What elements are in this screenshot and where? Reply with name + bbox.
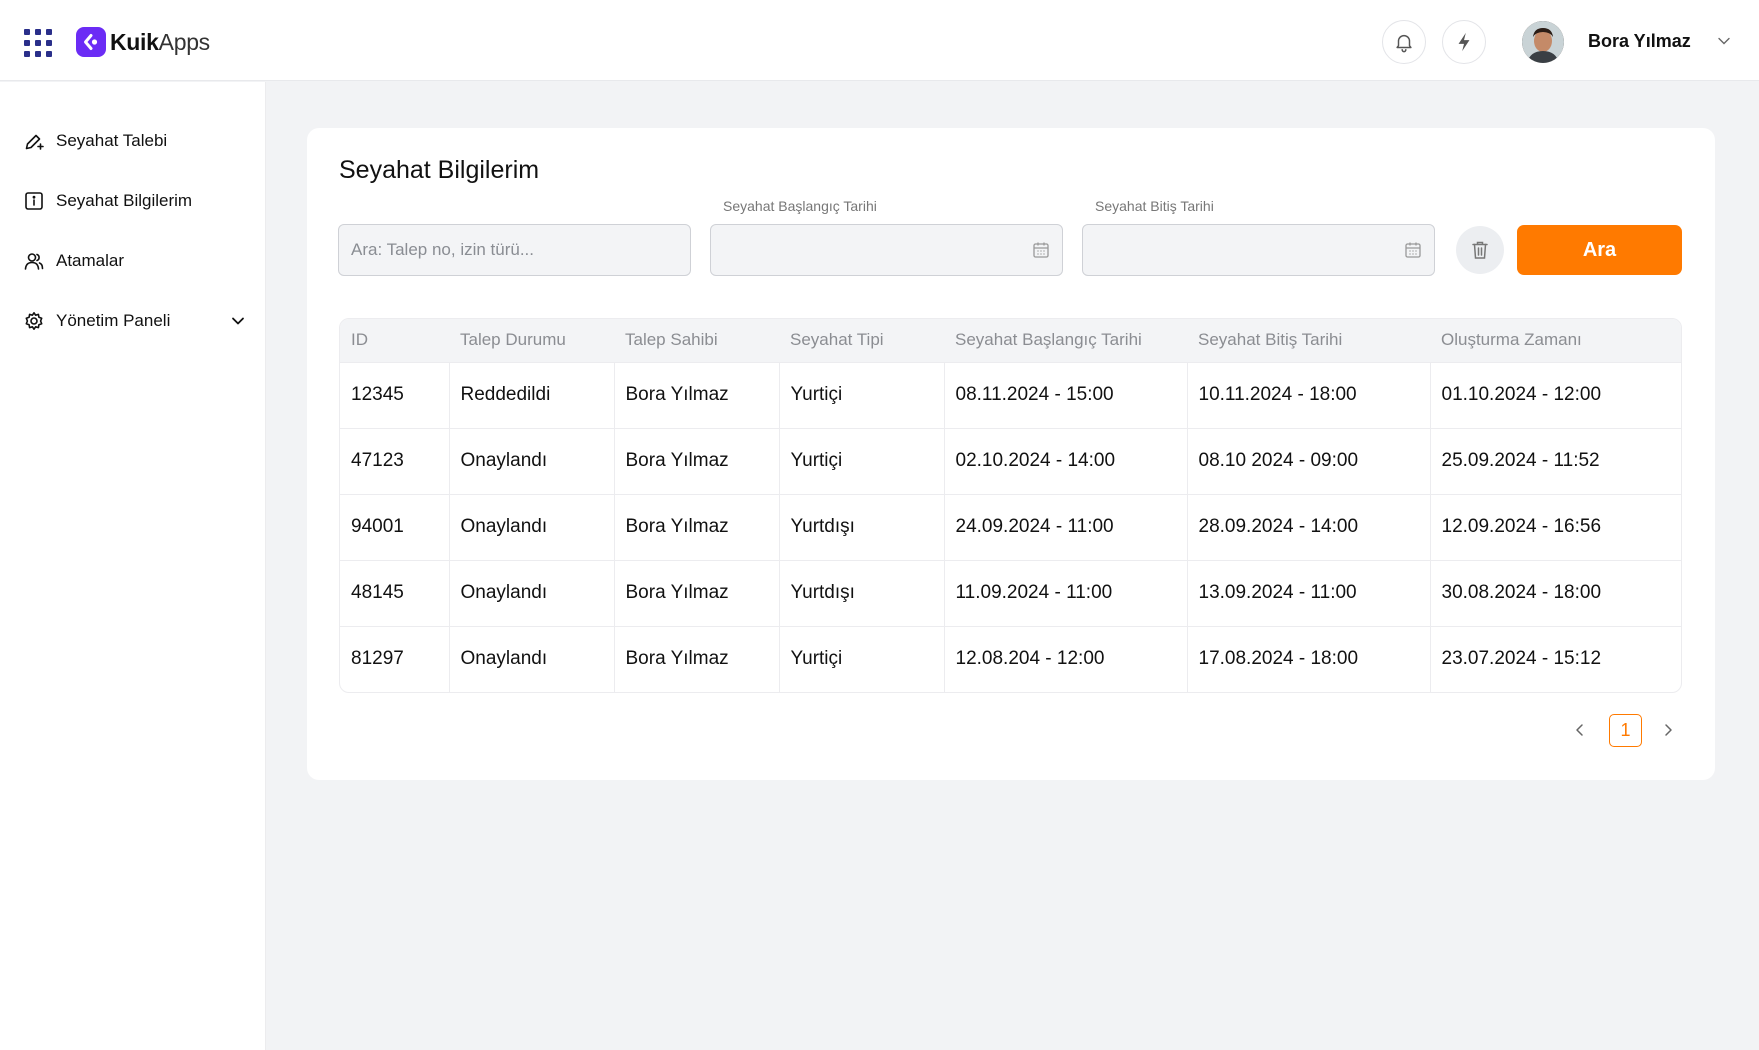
chevron-right-icon[interactable] [1659,721,1677,744]
clear-filters-button[interactable] [1456,226,1504,274]
end-date-label: Seyahat Bitiş Tarihi [1095,198,1214,214]
sidebar-item-label: Atamalar [56,251,125,270]
sidebar-item-seyahat-talebi[interactable]: Seyahat Talebi [24,126,246,156]
user-name[interactable]: Bora Yılmaz [1588,31,1691,52]
sidebar-item-label: Seyahat Talebi [56,131,168,150]
end-date-field[interactable] [1082,224,1435,276]
cell-created: 25.09.2024 - 11:52 [1430,427,1681,494]
calendar-icon [1405,242,1421,258]
sidebar-item-yonetim-paneli[interactable]: Yönetim Paneli [24,306,246,336]
search-input[interactable]: Ara: Talep no, izin türü... [338,224,691,276]
cell-id: 94001 [340,493,450,560]
cell-created: 12.09.2024 - 16:56 [1430,493,1681,560]
chevron-left-icon[interactable] [1571,721,1589,744]
cell-created: 23.07.2024 - 15:12 [1430,625,1681,692]
bell-icon [1396,34,1412,53]
cell-id: 48145 [340,559,450,626]
cell-status: Onaylandı [449,559,615,626]
chevron-down-icon[interactable] [1716,33,1732,54]
cell-start: 02.10.2024 - 14:00 [944,427,1188,494]
table-header-row: ID Talep Durumu Talep Sahibi Seyahat Tip… [340,319,1681,362]
cell-id: 81297 [340,625,450,692]
column-header[interactable]: Seyahat Başlangıç Tarihi [944,319,1187,362]
cell-owner: Bora Yılmaz [614,427,780,494]
cell-id: 47123 [340,427,450,494]
calendar-icon [1033,242,1049,258]
cell-end: 08.10 2024 - 09:00 [1187,427,1431,494]
top-bar: KuikApps Bora Yılmaz [0,0,1759,81]
table-row[interactable]: 48145 Onaylandı Bora Yılmaz Yurtdışı 11.… [340,559,1681,626]
cell-status: Onaylandı [449,625,615,692]
edit-plus-icon [24,131,44,151]
cell-start: 11.09.2024 - 11:00 [944,559,1188,626]
travel-info-card: Seyahat Bilgilerim Ara: Talep no, izin t… [307,128,1715,780]
sidebar: Seyahat Talebi Seyahat Bilgilerim Atamal… [0,82,266,1050]
cell-status: Onaylandı [449,427,615,494]
cell-start: 24.09.2024 - 11:00 [944,493,1188,560]
apps-grid-icon[interactable] [24,29,52,57]
gear-icon [24,311,44,331]
quick-actions-button[interactable] [1442,20,1486,64]
travel-table: ID Talep Durumu Talep Sahibi Seyahat Tip… [339,318,1682,693]
cell-type: Yurtiçi [779,427,945,494]
start-date-field[interactable] [710,224,1063,276]
trash-icon [1472,241,1488,259]
info-square-icon [24,191,44,211]
chevron-down-icon[interactable] [230,313,246,334]
cell-owner: Bora Yılmaz [614,493,780,560]
sidebar-item-label: Seyahat Bilgilerim [56,191,193,210]
column-header[interactable]: Talep Sahibi [614,319,779,362]
cell-type: Yurtdışı [779,559,945,626]
column-header[interactable]: Seyahat Bitiş Tarihi [1187,319,1430,362]
cell-end: 17.08.2024 - 18:00 [1187,625,1431,692]
cell-type: Yurtiçi [779,361,945,428]
column-header[interactable]: Seyahat Tipi [779,319,944,362]
cell-type: Yurtiçi [779,625,945,692]
cell-status: Onaylandı [449,493,615,560]
column-header[interactable]: Talep Durumu [449,319,614,362]
table-row[interactable]: 47123 Onaylandı Bora Yılmaz Yurtiçi 02.1… [340,427,1681,494]
sidebar-item-label: Yönetim Paneli [56,311,171,330]
search-button[interactable]: Ara [1517,225,1682,275]
table-row[interactable]: 94001 Onaylandı Bora Yılmaz Yurtdışı 24.… [340,493,1681,560]
column-header[interactable]: ID [340,319,449,362]
start-date-label: Seyahat Başlangıç Tarihi [723,198,877,214]
cell-created: 01.10.2024 - 12:00 [1430,361,1681,428]
cell-owner: Bora Yılmaz [614,361,780,428]
page-title: Seyahat Bilgilerim [339,156,540,184]
logo-mark-icon [76,27,106,57]
cell-end: 10.11.2024 - 18:00 [1187,361,1431,428]
users-icon [24,251,44,271]
logo-text: KuikApps [110,28,210,55]
cell-end: 28.09.2024 - 14:00 [1187,493,1431,560]
cell-end: 13.09.2024 - 11:00 [1187,559,1431,626]
column-header[interactable]: Oluşturma Zamanı [1430,319,1681,362]
bolt-icon [1458,32,1470,52]
cell-status: Reddedildi [449,361,615,428]
table-row[interactable]: 12345 Reddedildi Bora Yılmaz Yurtiçi 08.… [340,361,1681,428]
cell-start: 08.11.2024 - 15:00 [944,361,1188,428]
cell-start: 12.08.204 - 12:00 [944,625,1188,692]
avatar[interactable] [1522,21,1564,63]
app-logo[interactable]: KuikApps [76,27,210,57]
table-row[interactable]: 81297 Onaylandı Bora Yılmaz Yurtiçi 12.0… [340,625,1681,692]
cell-type: Yurtdışı [779,493,945,560]
notifications-button[interactable] [1382,20,1426,64]
cell-id: 12345 [340,361,450,428]
cell-owner: Bora Yılmaz [614,559,780,626]
sidebar-item-atamalar[interactable]: Atamalar [24,246,246,276]
cell-owner: Bora Yılmaz [614,625,780,692]
sidebar-item-seyahat-bilgilerim[interactable]: Seyahat Bilgilerim [24,186,246,216]
cell-created: 30.08.2024 - 18:00 [1430,559,1681,626]
pagination-page-current[interactable]: 1 [1609,714,1642,747]
